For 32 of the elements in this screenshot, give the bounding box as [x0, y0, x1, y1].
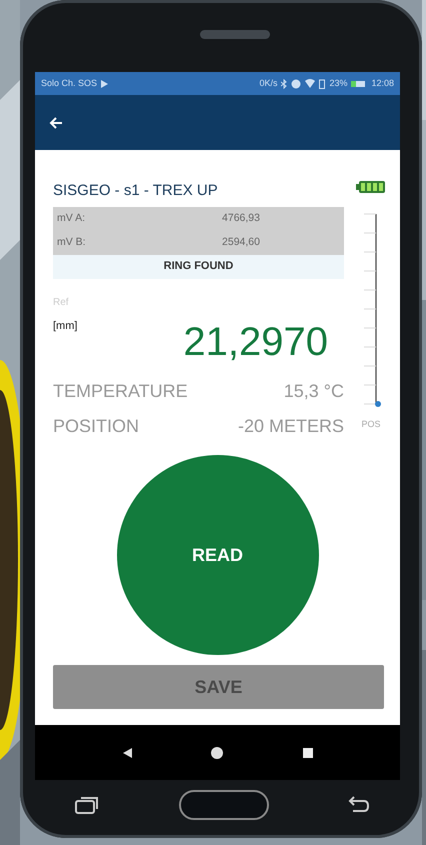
- home-nav-icon[interactable]: [210, 746, 224, 760]
- back-nav-icon[interactable]: [122, 748, 132, 758]
- reading-value: 4766,93: [222, 210, 260, 226]
- home-key[interactable]: [178, 790, 268, 820]
- network-speed: 0K/s: [259, 76, 278, 90]
- wifi-icon: [305, 79, 316, 88]
- ring-status: RING FOUND: [53, 254, 344, 278]
- charging-icon: [351, 80, 368, 88]
- play-icon: [101, 80, 108, 88]
- temperature-value: 15,3 °C: [284, 380, 344, 402]
- reading-label: mV B:: [57, 234, 86, 250]
- position-label: POSITION: [53, 414, 140, 438]
- bluetooth-icon: [281, 78, 288, 88]
- scale-label: POS: [361, 418, 380, 431]
- read-button[interactable]: READ: [116, 455, 318, 655]
- recents-nav-icon[interactable]: [302, 748, 313, 758]
- recent-apps-key-icon[interactable]: [75, 795, 99, 815]
- temperature-label: TEMPERATURE: [53, 380, 188, 402]
- battery-icon: [319, 78, 326, 88]
- measurement-value: 21,2970: [183, 322, 328, 362]
- unit-label: [mm]: [53, 318, 78, 334]
- reading-value: 2594,60: [222, 234, 260, 250]
- sensor-title: SISGEO - s1 - TREX UP: [53, 181, 219, 201]
- battery-full-icon: [356, 180, 386, 194]
- clock-time: 12:08: [371, 76, 394, 90]
- reading-label: mV A:: [57, 210, 86, 226]
- speaker-grille: [200, 30, 270, 39]
- position-value: -20 METERS: [238, 414, 344, 438]
- back-arrow-icon[interactable]: [49, 116, 63, 128]
- battery-percent: 23%: [329, 76, 348, 90]
- return-key-icon[interactable]: [348, 796, 370, 814]
- carrier-text: Solo Ch. SOS: [41, 76, 98, 90]
